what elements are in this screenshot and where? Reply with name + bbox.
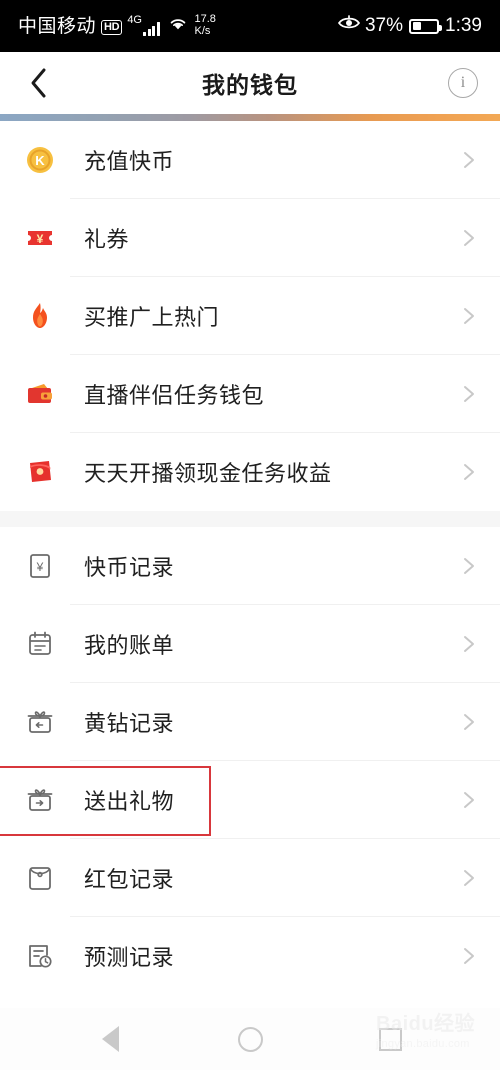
calendar-icon xyxy=(22,626,58,662)
chevron-right-icon xyxy=(458,712,478,732)
section-wallet-records: ¥ 快币记录 我的账单 黄钻记录 送出礼物 红包记录 预测记录 xyxy=(0,527,500,995)
nav-recents-square-icon[interactable] xyxy=(375,1024,405,1054)
svg-text:K: K xyxy=(35,153,45,168)
chevron-right-icon xyxy=(458,228,478,248)
list-item-prediction-log[interactable]: 预测记录 xyxy=(0,917,500,995)
list-item-gifts-sent[interactable]: 送出礼物 xyxy=(0,761,500,839)
chevron-right-icon xyxy=(458,634,478,654)
chevron-right-icon xyxy=(458,306,478,326)
section-wallet-products: K 充值快币 ¥ 礼券 买推广上热门 直播伴侣任务钱包 天天开播领现金任务收益 xyxy=(0,121,500,511)
list-item-kuaibi-records[interactable]: ¥ 快币记录 xyxy=(0,527,500,605)
chevron-right-icon xyxy=(458,462,478,482)
chevron-right-icon xyxy=(458,556,478,576)
list-item-label: 天天开播领现金任务收益 xyxy=(84,461,332,486)
gradient-divider xyxy=(0,114,500,121)
network-speed-unit: K/s xyxy=(194,24,211,37)
list-item-live-companion[interactable]: 直播伴侣任务钱包 xyxy=(0,355,500,433)
status-bar-right: 37% 1:39 xyxy=(337,15,482,37)
page-title: 我的钱包 xyxy=(202,72,298,98)
chevron-right-icon xyxy=(458,790,478,810)
wallet-icon xyxy=(22,376,58,412)
status-bar-left: 中国移动 HD 4G 17.8 K/s xyxy=(18,12,216,38)
list-item-buy-promotion[interactable]: 买推广上热门 xyxy=(0,277,500,355)
chevron-right-icon xyxy=(458,946,478,966)
list-item-daily-cash-task[interactable]: 天天开播领现金任务收益 xyxy=(0,433,500,511)
section-gap xyxy=(0,511,500,527)
info-button-label: i xyxy=(460,74,466,91)
phone-screen: 中国移动 HD 4G 17.8 K/s 37% 1:39 我的钱包 i K 充值… xyxy=(0,0,500,1070)
status-bar: 中国移动 HD 4G 17.8 K/s 37% 1:39 xyxy=(0,0,500,52)
list-item-recharge-kuaibi[interactable]: K 充值快币 xyxy=(0,121,500,199)
list-item-label: 黄钻记录 xyxy=(84,711,175,736)
list-item-diamond-records[interactable]: 黄钻记录 xyxy=(0,683,500,761)
envelope-icon xyxy=(22,860,58,896)
system-navigation-bar: Baidu经验 jingyan.baidu.com xyxy=(0,1008,500,1070)
info-button[interactable]: i xyxy=(448,68,478,98)
yuan-note-icon: ¥ xyxy=(22,548,58,584)
list-item-label: 预测记录 xyxy=(84,945,175,970)
list-item-label: 直播伴侣任务钱包 xyxy=(84,383,265,408)
clock-label: 1:39 xyxy=(445,15,482,36)
signal-bars-icon xyxy=(143,21,160,37)
chevron-right-icon xyxy=(458,150,478,170)
svg-text:¥: ¥ xyxy=(37,232,44,246)
chevron-right-icon xyxy=(458,384,478,404)
back-button[interactable] xyxy=(22,66,56,100)
carrier-label: 中国移动 xyxy=(18,16,97,38)
eye-care-icon xyxy=(337,15,361,37)
battery-icon xyxy=(409,18,443,34)
app-header: 我的钱包 i xyxy=(0,52,500,114)
list-item-label: 买推广上热门 xyxy=(84,305,220,330)
list-item-label: 快币记录 xyxy=(84,555,175,580)
list-item-red-packet-log[interactable]: 红包记录 xyxy=(0,839,500,917)
flame-icon xyxy=(22,298,58,334)
list-clock-icon xyxy=(22,938,58,974)
list-item-gift-voucher[interactable]: ¥ 礼券 xyxy=(0,199,500,277)
battery-percent-label: 37% xyxy=(364,15,404,36)
network-type-label: 4G xyxy=(127,14,142,27)
network-speed-value: 17.8 xyxy=(194,12,216,25)
gift-in-icon xyxy=(22,704,58,740)
chevron-right-icon xyxy=(458,868,478,888)
svg-text:¥: ¥ xyxy=(36,560,44,574)
chevron-left-icon xyxy=(31,68,46,98)
list-item-label: 送出礼物 xyxy=(84,789,175,814)
nav-back-triangle-icon[interactable] xyxy=(95,1024,125,1054)
list-item-my-bills[interactable]: 我的账单 xyxy=(0,605,500,683)
coin-k-icon: K xyxy=(22,142,58,178)
ticket-yuan-icon: ¥ xyxy=(22,220,58,256)
list-item-label: 礼券 xyxy=(84,227,130,252)
list-item-label: 充值快币 xyxy=(84,149,175,174)
nav-home-circle-icon[interactable] xyxy=(235,1024,265,1054)
wifi-icon xyxy=(168,16,188,36)
network-speed: 17.8 K/s xyxy=(194,12,216,37)
list-item-label: 我的账单 xyxy=(84,633,175,658)
gift-out-icon xyxy=(22,782,58,818)
list-item-label: 红包记录 xyxy=(84,867,175,892)
red-packet-icon xyxy=(22,454,58,490)
hd-badge: HD xyxy=(101,20,123,36)
